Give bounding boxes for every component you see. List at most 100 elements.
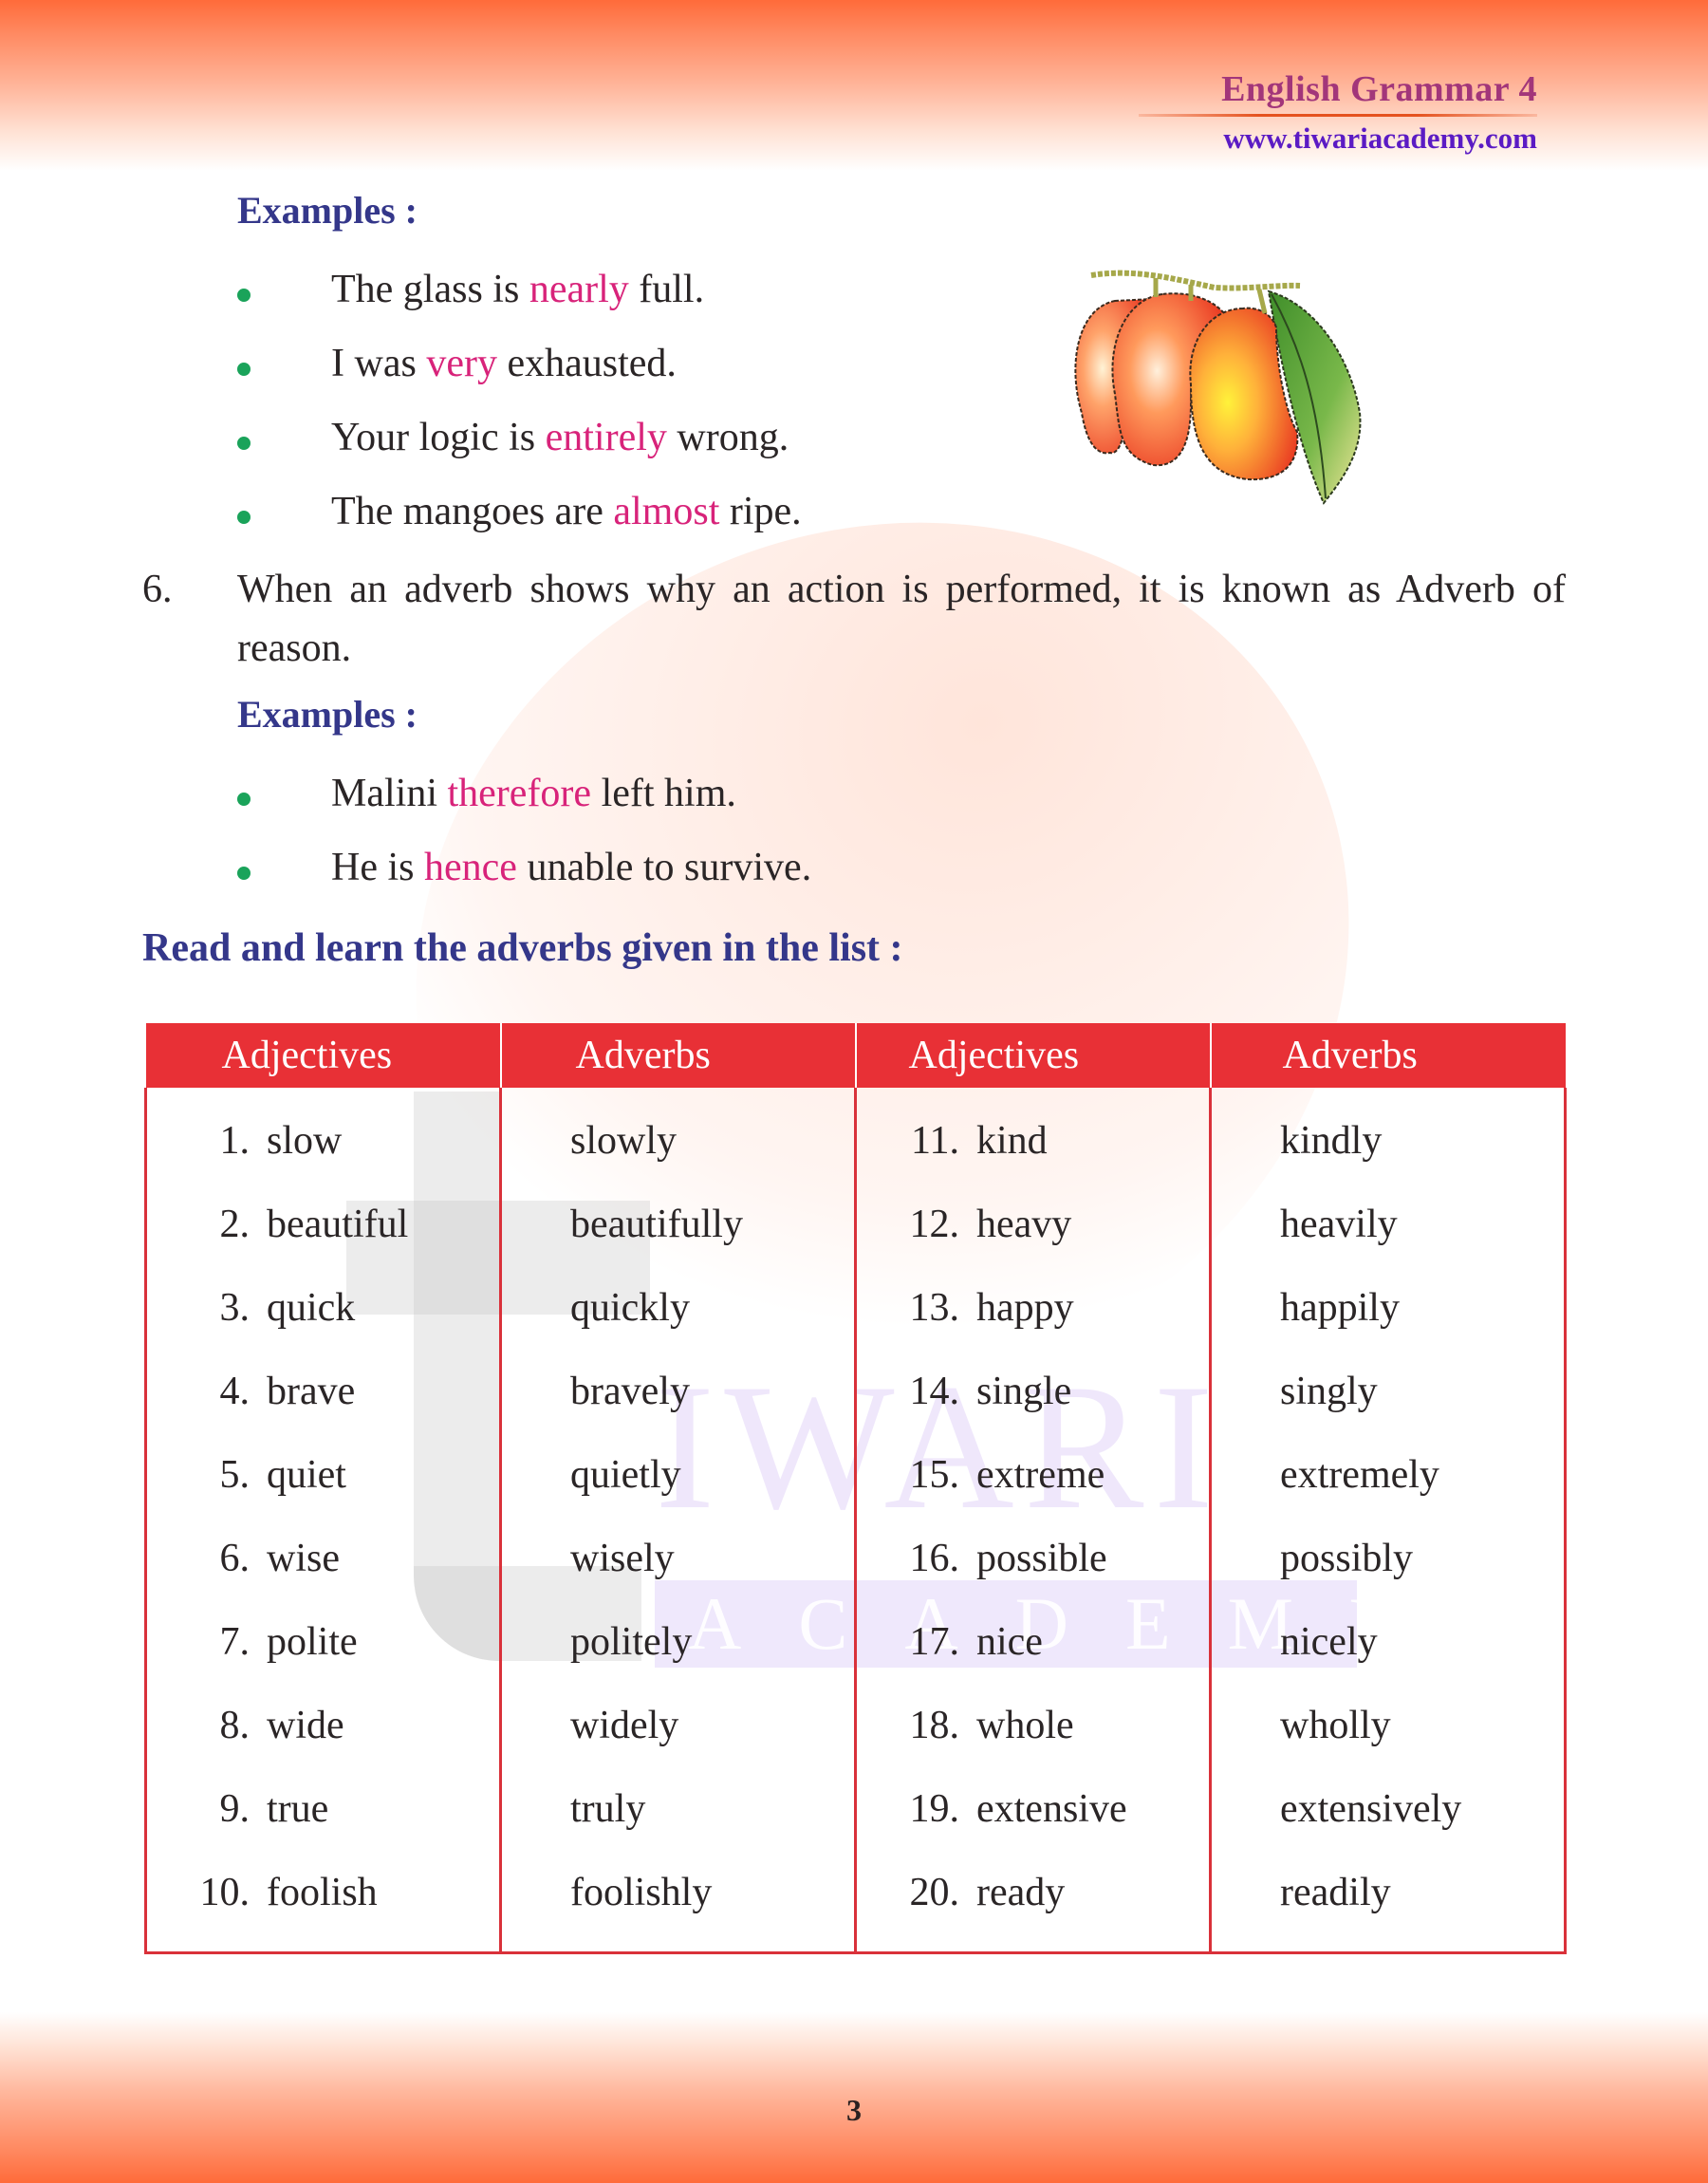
adverb-cell: extremely [1209, 1433, 1567, 1517]
example-text: wrong. [666, 416, 789, 459]
adverb-cell: slowly [499, 1088, 857, 1183]
example-text: exhausted. [496, 342, 677, 385]
adjective: nice [976, 1620, 1043, 1664]
adverb: truly [570, 1787, 646, 1831]
adverb: bravely [570, 1370, 690, 1413]
example-text: ripe. [719, 490, 802, 533]
adverb: extremely [1280, 1453, 1439, 1497]
item-number: 3. [219, 1286, 251, 1330]
adverb-highlight: very [426, 342, 497, 385]
adverb: nicely [1280, 1620, 1378, 1664]
item-number: 2. [219, 1203, 251, 1246]
example-text: He is [331, 846, 424, 889]
item-number: 15. [909, 1453, 960, 1497]
adjective-cell: 8. wide [144, 1684, 502, 1767]
adverb: kindly [1280, 1119, 1383, 1163]
adverb-highlight: almost [613, 490, 720, 533]
adverb: heavily [1280, 1203, 1398, 1246]
point-number: 6. [142, 568, 173, 611]
item-number: 1. [219, 1119, 251, 1163]
adverb-highlight: therefore [447, 772, 592, 815]
adverb-highlight: hence [424, 846, 517, 889]
adjective-cell: 1. slow [144, 1088, 502, 1183]
list-heading: Read and learn the adverbs given in the … [142, 926, 903, 970]
adverb-cell: singly [1209, 1350, 1567, 1433]
item-number: 18. [909, 1704, 960, 1747]
adverb: foolishly [570, 1871, 713, 1914]
adjective: happy [976, 1286, 1074, 1330]
item-number: 5. [219, 1453, 251, 1497]
table-header-row: Adjectives Adverbs Adjectives Adverbs [145, 1023, 1566, 1088]
table-row: 1. slow slowly 11. kind kindly [144, 1088, 1567, 1183]
adverb: quickly [570, 1286, 690, 1330]
item-number: 19. [909, 1787, 960, 1831]
bullet-icon [237, 867, 251, 880]
item-number: 11. [911, 1119, 959, 1163]
adverb-highlight: nearly [529, 268, 629, 311]
example-text: unable to survive. [516, 846, 812, 889]
adjective: wise [267, 1537, 340, 1580]
adjective: brave [267, 1370, 356, 1413]
adverb: possibly [1280, 1537, 1414, 1580]
adverb-cell: widely [499, 1684, 857, 1767]
example-item: I was very exhausted. [237, 335, 677, 392]
bullet-icon [237, 437, 251, 450]
example-item: Your logic is entirely wrong. [237, 409, 789, 466]
adjective: foolish [267, 1871, 378, 1914]
adverb: quietly [570, 1453, 681, 1497]
item-number: 7. [219, 1620, 251, 1664]
point-text: When an adverb shows why an action is pe… [237, 568, 1566, 670]
adjective-cell: 18. whole [854, 1684, 1212, 1767]
adjective: single [976, 1370, 1072, 1413]
table-row: 5. quiet quietly 15. extreme extremely [144, 1433, 1567, 1517]
item-number: 16. [909, 1537, 960, 1580]
table-row: 6. wise wisely 16. possible possibly [144, 1517, 1567, 1600]
adverb: widely [570, 1704, 679, 1747]
adjective-cell: 9. true [144, 1767, 502, 1851]
adjective: possible [976, 1537, 1107, 1580]
adjective-cell: 13. happy [854, 1266, 1212, 1350]
example-text: left him. [591, 772, 736, 815]
page-content: English Grammar 4 www.tiwariacademy.com … [0, 0, 1708, 2183]
website-link[interactable]: www.tiwariacademy.com [1139, 121, 1537, 157]
bullet-icon [237, 511, 251, 524]
item-number: 17. [909, 1620, 960, 1664]
column-header-adjectives: Adjectives [854, 1023, 1212, 1088]
adjective: extreme [976, 1453, 1105, 1497]
adverb-cell: kindly [1209, 1088, 1567, 1183]
adverb: slowly [570, 1119, 678, 1163]
adjective: ready [976, 1871, 1066, 1914]
adjective-cell: 5. quiet [144, 1433, 502, 1517]
item-number: 8. [219, 1704, 251, 1747]
item-number: 13. [909, 1286, 960, 1330]
adverb-cell: wisely [499, 1517, 857, 1600]
item-number: 12. [909, 1203, 960, 1246]
table-row: 4. brave bravely 14. single singly [144, 1350, 1567, 1433]
example-text: The mangoes are [331, 490, 614, 533]
example-item: He is hence unable to survive. [237, 839, 811, 896]
adverb-highlight: entirely [545, 416, 667, 459]
adverb-cell: possibly [1209, 1517, 1567, 1600]
bullet-icon [237, 793, 251, 806]
adjective-cell: 14. single [854, 1350, 1212, 1433]
item-number: 9. [219, 1787, 251, 1831]
adjective-cell: 16. possible [854, 1517, 1212, 1600]
adverb-cell: readily [1209, 1851, 1567, 1954]
adjective-cell: 4. brave [144, 1350, 502, 1433]
example-item: The mangoes are almost ripe. [237, 483, 802, 540]
adjective: beautiful [267, 1203, 409, 1246]
adverb-cell: truly [499, 1767, 857, 1851]
table-row: 3. quick quickly 13. happy happily [144, 1266, 1567, 1350]
adverb-cell: foolishly [499, 1851, 857, 1954]
adjective: true [267, 1787, 329, 1831]
example-text: Your logic is [331, 416, 546, 459]
adjective-cell: 17. nice [854, 1600, 1212, 1684]
column-header-adjectives: Adjectives [145, 1023, 502, 1088]
column-header-adverbs: Adverbs [499, 1023, 857, 1088]
table-row: 9. true truly 19. extensive extensively [144, 1767, 1567, 1851]
adverb: beautifully [570, 1203, 743, 1246]
examples-heading: Examples : [237, 693, 418, 736]
bullet-icon [237, 363, 251, 376]
adjective: slow [267, 1119, 343, 1163]
example-text: I was [331, 342, 427, 385]
